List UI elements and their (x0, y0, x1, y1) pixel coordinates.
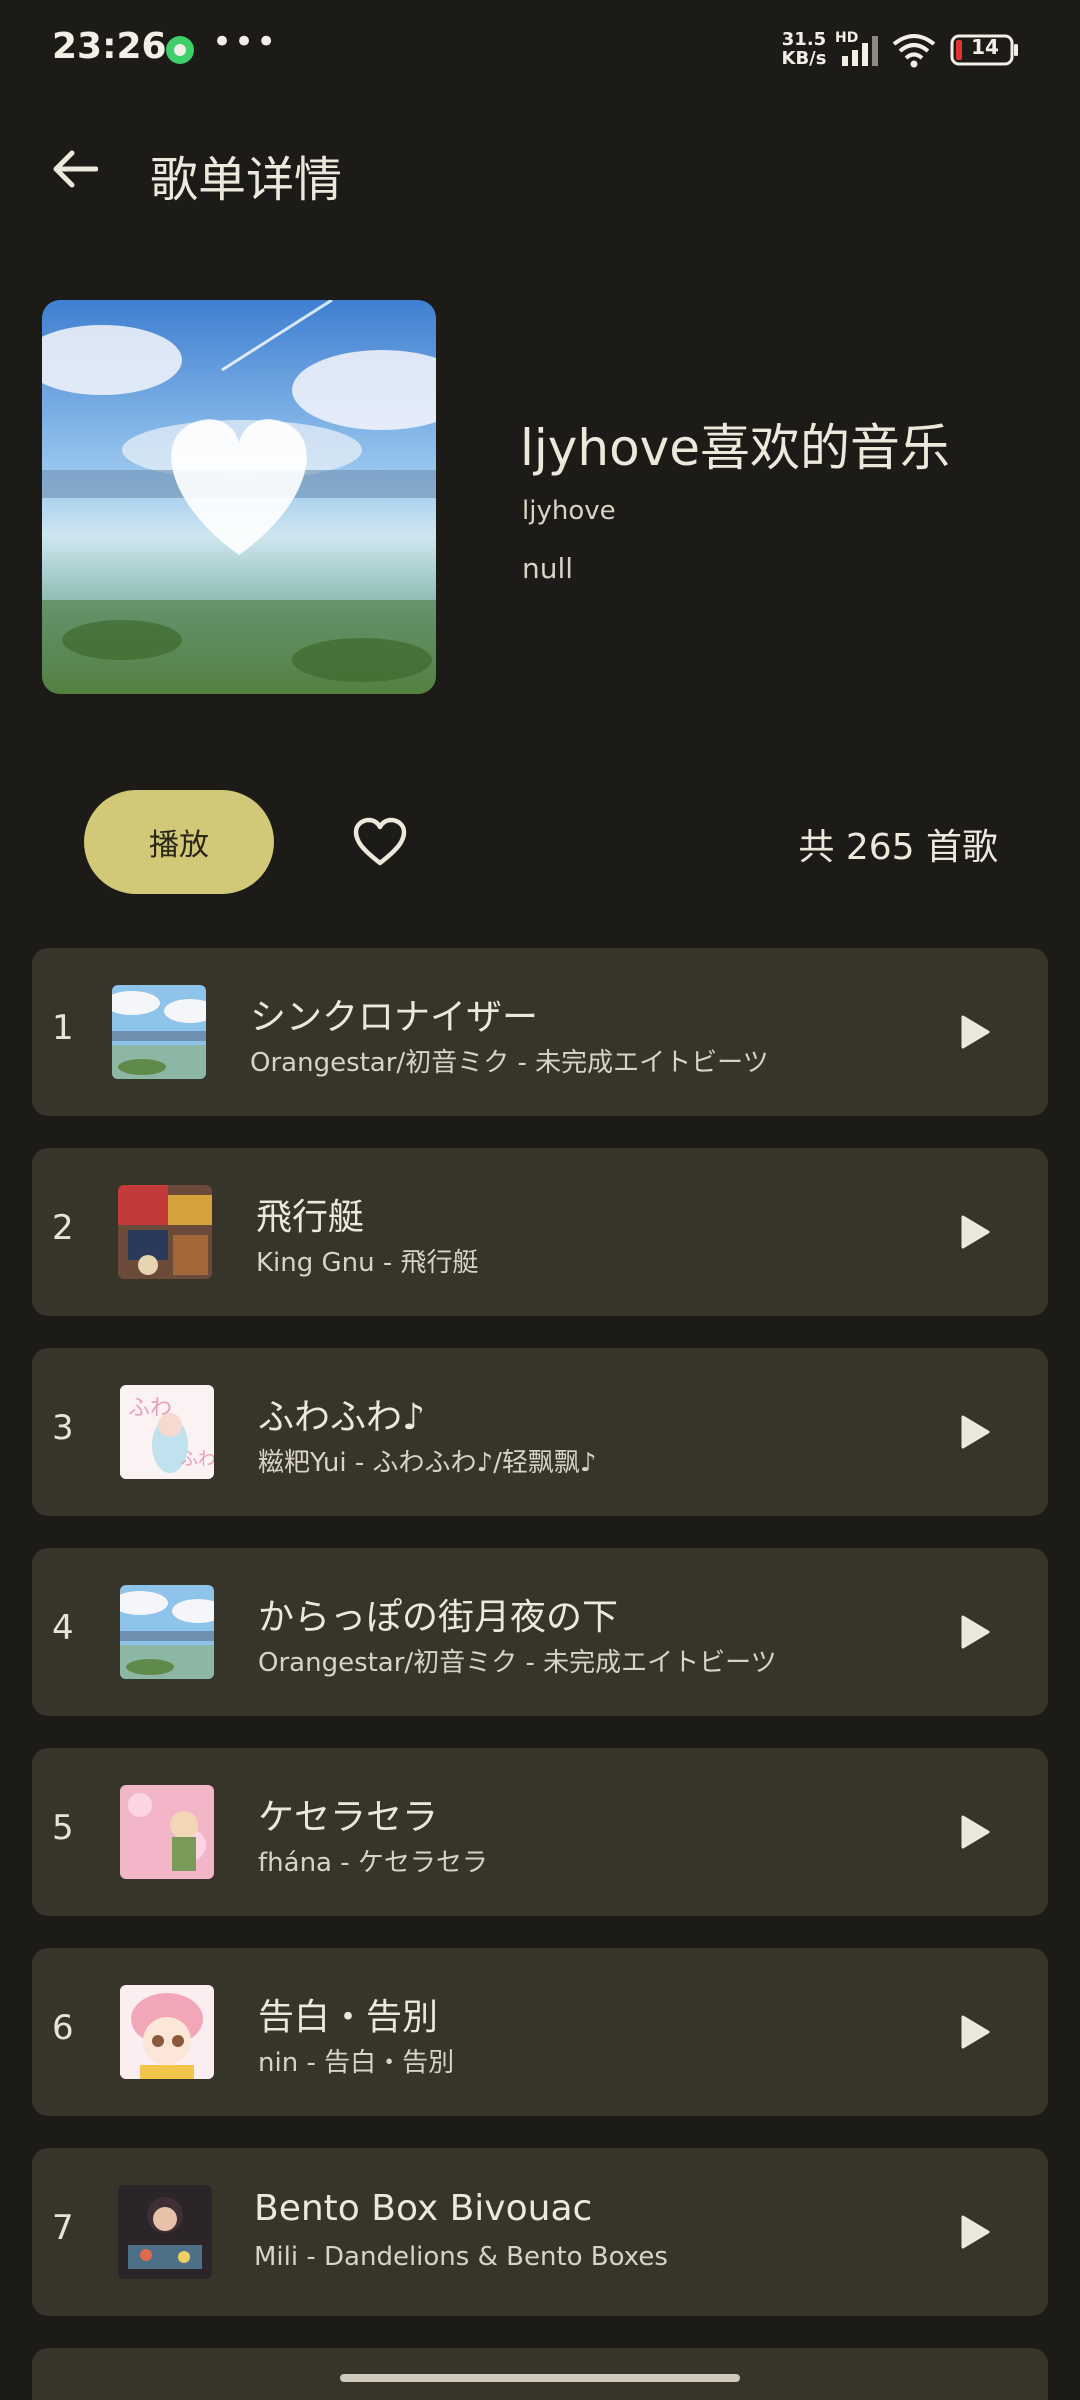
song-title: ケセラセラ (258, 1797, 439, 1838)
playlist-creator: ljyhove (522, 496, 616, 526)
song-subtitle: Mili - Dandelions & Bento Boxes (254, 2242, 668, 2272)
status-time: 23:26 (52, 26, 167, 67)
song-index: 7 (52, 2208, 74, 2248)
play-icon (961, 1015, 990, 1049)
song-item[interactable]: 6 告白・告別 nin - 告白・告別 (32, 1948, 1048, 2116)
play-icon (961, 1815, 990, 1849)
song-subtitle: 糍粑Yui - ふわふわ♪/轻飘飘♪ (258, 1448, 597, 1478)
song-subtitle: fhána - ケセラセラ (258, 1848, 488, 1878)
arrow-left-icon (53, 150, 98, 188)
song-subtitle: King Gnu - 飛行艇 (256, 1248, 479, 1278)
song-subtitle: nin - 告白・告別 (258, 2048, 455, 2078)
song-cover (118, 2185, 212, 2279)
playlist-cover (42, 300, 436, 694)
play-icon (961, 2215, 990, 2249)
song-play-button[interactable] (952, 1208, 998, 1256)
app-notification-icon (166, 36, 194, 64)
playlist-name: ljyhove喜欢的音乐 (520, 419, 951, 477)
network-speed: 31.5 KB/s (781, 29, 827, 69)
song-cover (120, 1585, 214, 1679)
song-index: 6 (52, 2008, 74, 2048)
play-all-button[interactable]: 播放 (84, 790, 274, 894)
hd-badge: HD (835, 30, 859, 46)
song-subtitle: Orangestar/初音ミク - 未完成エイトビーツ (250, 1048, 769, 1078)
song-play-button[interactable] (952, 1408, 998, 1456)
song-cover (118, 1185, 212, 1279)
song-subtitle: Orangestar/初音ミク - 未完成エイトビーツ (258, 1648, 777, 1678)
song-index: 4 (52, 1608, 74, 1648)
song-count: 共 265 首歌 (798, 827, 998, 868)
song-play-button[interactable] (952, 1608, 998, 1656)
playlist-detail-screen: 23:26 ••• 31.5 KB/s HD 14 歌单详情 ljyhove喜欢… (0, 0, 1080, 2400)
play-icon (961, 1415, 990, 1449)
song-item[interactable]: 7 Bento Box Bivouac Mili - Dandelions & … (32, 2148, 1048, 2316)
song-play-button[interactable] (952, 2208, 998, 2256)
song-item[interactable]: 3 ふわ ふわ ふわふわ♪ 糍粑Yui - ふわふわ♪/轻飘飘♪ (32, 1348, 1048, 1516)
svg-text:ふわ: ふわ (180, 1449, 214, 1470)
battery-level: 14 (971, 35, 999, 59)
play-icon (961, 1615, 990, 1649)
song-index: 3 (52, 1408, 74, 1448)
song-item[interactable]: 2 飛行艇 King Gnu - 飛行艇 (32, 1148, 1048, 1316)
page-title: 歌单详情 (150, 152, 343, 208)
song-item[interactable]: 1 シンクロナイザー Orangestar/初音ミク - 未完成エイトビーツ (32, 948, 1048, 1116)
song-cover (120, 1985, 214, 2079)
playlist-description: null (522, 552, 574, 585)
song-cover: ふわ ふわ (120, 1385, 214, 1479)
wifi-icon (892, 34, 936, 68)
song-item[interactable]: 5 ケセラセラ fhána - ケセラセラ (32, 1748, 1048, 1916)
song-title: シンクロナイザー (250, 997, 539, 1038)
status-bar: 23:26 ••• 31.5 KB/s HD 14 (0, 0, 1080, 100)
song-cover (112, 985, 206, 1079)
song-item[interactable]: 4 からっぽの街月夜の下 Orangestar/初音ミク - 未完成エイトビーツ (32, 1548, 1048, 1716)
song-title: ふわふわ♪ (258, 1397, 425, 1438)
heart-outline-icon (353, 817, 407, 866)
song-title: 告白・告別 (258, 1997, 439, 2038)
back-button[interactable] (42, 136, 108, 202)
play-icon (961, 1215, 990, 1249)
song-title: Bento Box Bivouac (254, 2188, 593, 2229)
play-icon (961, 2015, 990, 2049)
home-indicator[interactable] (340, 2374, 740, 2382)
more-notifications-icon: ••• (212, 22, 279, 62)
song-title: 飛行艇 (256, 1197, 365, 1238)
song-play-button[interactable] (952, 1008, 998, 1056)
song-cover (120, 1785, 214, 1879)
song-title: からっぽの街月夜の下 (258, 1597, 619, 1638)
song-play-button[interactable] (952, 2008, 998, 2056)
song-index: 2 (52, 1208, 74, 1248)
favorite-button[interactable] (348, 812, 412, 872)
song-index: 1 (52, 1008, 74, 1048)
song-index: 5 (52, 1808, 74, 1848)
song-play-button[interactable] (952, 1808, 998, 1856)
